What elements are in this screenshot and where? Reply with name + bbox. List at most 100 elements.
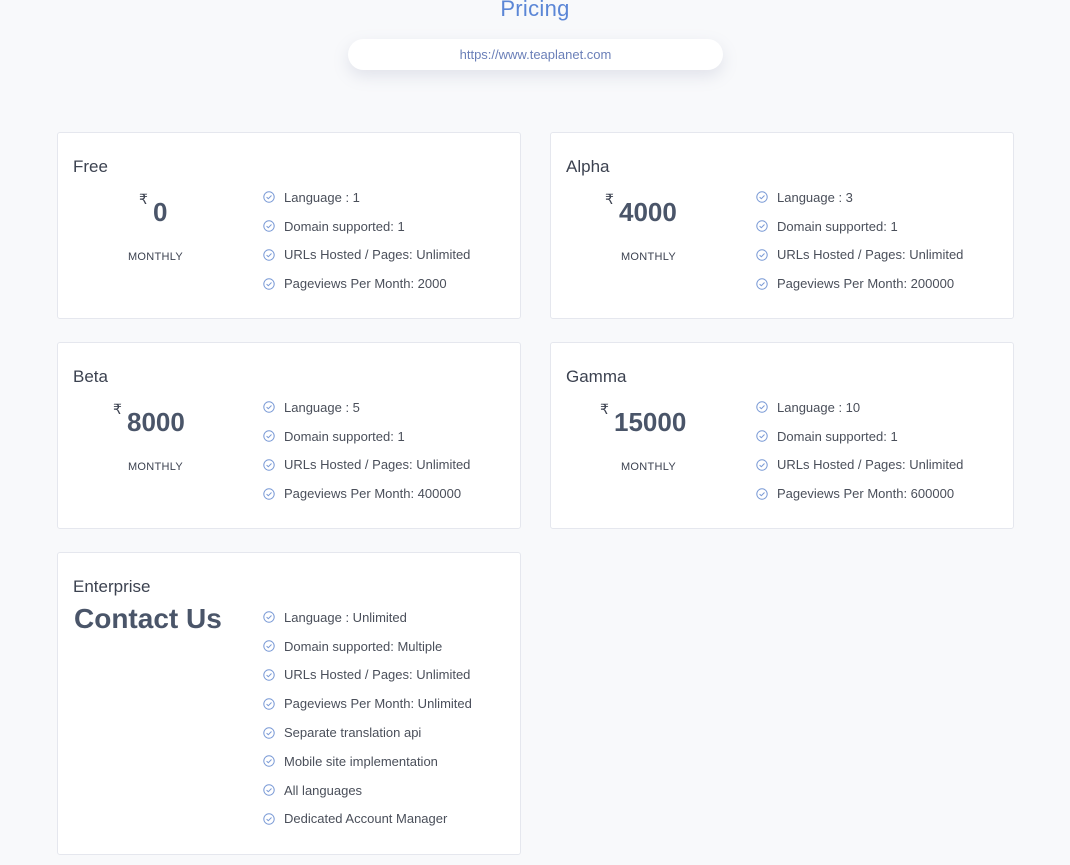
feature-text: URLs Hosted / Pages: Unlimited xyxy=(284,457,471,473)
check-circle-icon xyxy=(263,640,275,652)
feature-item: URLs Hosted / Pages: Unlimited xyxy=(756,241,963,270)
plan-card-free[interactable]: Free ₹ 0 MONTHLY Language : 1 Domain sup… xyxy=(57,132,521,319)
page-title: Pricing xyxy=(500,0,570,21)
feature-item: Domain supported: 1 xyxy=(263,422,470,451)
check-circle-icon xyxy=(263,611,275,624)
check-circle-icon xyxy=(263,488,275,500)
feature-text: Domain supported: 1 xyxy=(284,428,405,444)
feature-text: URLs Hosted / Pages: Unlimited xyxy=(777,247,964,263)
feature-item: URLs Hosted / Pages: Unlimited xyxy=(263,451,470,480)
feature-text: Language : 10 xyxy=(777,399,861,415)
check-circle-icon xyxy=(263,669,275,681)
price-amount: 4000 xyxy=(619,197,677,227)
check-circle-icon xyxy=(756,401,768,414)
check-circle-icon xyxy=(756,459,768,471)
feature-item: Pageviews Per Month: 400000 xyxy=(263,479,470,508)
feature-item: Pageviews Per Month: 200000 xyxy=(756,269,963,298)
billing-period: MONTHLY xyxy=(620,461,677,473)
feature-item: Language : 10 xyxy=(756,393,963,422)
feature-item: Language : Unlimited xyxy=(263,603,472,632)
feature-text: Separate translation api xyxy=(284,725,422,741)
feature-item: Dedicated Account Manager xyxy=(263,805,472,834)
feature-item: Pageviews Per Month: 2000 xyxy=(263,269,470,298)
contact-us-text: Contact Us xyxy=(74,603,222,634)
feature-text: Domain supported: 1 xyxy=(284,218,405,234)
check-circle-icon xyxy=(263,191,275,204)
plan-card-gamma[interactable]: Gamma ₹ 15000 MONTHLY Language : 10 Doma… xyxy=(550,342,1014,529)
feature-text: All languages xyxy=(284,782,363,798)
price-block: ₹ 0 MONTHLY xyxy=(73,191,238,271)
feature-list: Language : 3 Domain supported: 1 URLs Ho… xyxy=(756,183,963,298)
feature-list: Language : 1 Domain supported: 1 URLs Ho… xyxy=(263,183,470,298)
feature-text: URLs Hosted / Pages: Unlimited xyxy=(777,457,964,473)
plan-card-enterprise[interactable]: Enterprise Contact Us Language : Unlimit… xyxy=(57,552,521,855)
feature-list: Language : 5 Domain supported: 1 URLs Ho… xyxy=(263,393,470,508)
feature-item: Pageviews Per Month: 600000 xyxy=(756,479,963,508)
plan-card-beta[interactable]: Beta ₹ 8000 MONTHLY Language : 5 Domain … xyxy=(57,342,521,529)
feature-item: Domain supported: 1 xyxy=(756,212,963,241)
check-circle-icon xyxy=(263,430,275,442)
check-circle-icon xyxy=(756,191,768,204)
feature-text: Language : Unlimited xyxy=(284,609,407,625)
feature-text: Pageviews Per Month: 200000 xyxy=(777,276,955,292)
url-pill[interactable]: https://www.teaplanet.com xyxy=(348,39,723,70)
price-block: ₹ 15000 MONTHLY xyxy=(566,401,731,481)
check-circle-icon xyxy=(263,249,275,261)
feature-text: Language : 3 xyxy=(777,189,853,205)
plan-name: Free xyxy=(73,157,108,176)
feature-list: Language : Unlimited Domain supported: M… xyxy=(263,603,472,833)
currency-symbol: ₹ xyxy=(600,401,609,417)
feature-item: Mobile site implementation xyxy=(263,747,472,776)
feature-item: Domain supported: 1 xyxy=(263,212,470,241)
feature-item: Language : 3 xyxy=(756,183,963,212)
currency-symbol: ₹ xyxy=(113,401,122,417)
billing-period: MONTHLY xyxy=(127,251,184,263)
check-circle-icon xyxy=(263,698,275,710)
feature-item: URLs Hosted / Pages: Unlimited xyxy=(263,241,470,270)
check-circle-icon xyxy=(263,278,275,290)
check-circle-icon xyxy=(263,755,275,768)
feature-item: Pageviews Per Month: Unlimited xyxy=(263,689,472,718)
check-circle-icon xyxy=(756,430,768,442)
price-amount: 8000 xyxy=(127,407,185,437)
check-circle-icon xyxy=(263,813,275,825)
check-circle-icon xyxy=(263,726,275,739)
plan-name: Alpha xyxy=(566,157,610,176)
feature-text: Domain supported: 1 xyxy=(777,428,898,444)
currency-symbol: ₹ xyxy=(605,191,614,207)
feature-text: URLs Hosted / Pages: Unlimited xyxy=(284,247,471,263)
feature-text: Domain supported: Multiple xyxy=(284,638,443,654)
feature-text: Pageviews Per Month: 400000 xyxy=(284,486,462,502)
feature-text: Pageviews Per Month: Unlimited xyxy=(284,696,472,712)
feature-text: Dedicated Account Manager xyxy=(284,811,448,827)
plan-name: Beta xyxy=(73,367,108,386)
feature-item: Separate translation api xyxy=(263,718,472,747)
check-circle-icon xyxy=(756,249,768,261)
check-circle-icon xyxy=(756,220,768,232)
feature-item: Domain supported: Multiple xyxy=(263,632,472,661)
plan-card-alpha[interactable]: Alpha ₹ 4000 MONTHLY Language : 3 Domain… xyxy=(550,132,1014,319)
check-circle-icon xyxy=(263,401,275,414)
check-circle-icon xyxy=(263,784,275,796)
feature-text: Pageviews Per Month: 2000 xyxy=(284,276,447,292)
billing-period: MONTHLY xyxy=(127,461,184,473)
feature-text: Mobile site implementation xyxy=(284,753,438,769)
plan-name: Gamma xyxy=(566,367,627,386)
price-amount: 15000 xyxy=(614,407,687,437)
feature-text: Language : 1 xyxy=(284,189,360,205)
feature-item: All languages xyxy=(263,776,472,805)
check-circle-icon xyxy=(263,459,275,471)
check-circle-icon xyxy=(263,220,275,232)
check-circle-icon xyxy=(756,278,768,290)
feature-item: Domain supported: 1 xyxy=(756,422,963,451)
feature-text: Language : 5 xyxy=(284,399,360,415)
billing-period: MONTHLY xyxy=(620,251,677,263)
feature-item: Language : 1 xyxy=(263,183,470,212)
price-amount: 0 xyxy=(153,197,168,227)
feature-list: Language : 10 Domain supported: 1 URLs H… xyxy=(756,393,963,508)
feature-item: URLs Hosted / Pages: Unlimited xyxy=(263,661,472,690)
plan-name: Enterprise xyxy=(73,577,151,596)
feature-text: Pageviews Per Month: 600000 xyxy=(777,486,955,502)
price-block: ₹ 8000 MONTHLY xyxy=(73,401,238,481)
feature-text: URLs Hosted / Pages: Unlimited xyxy=(284,667,471,683)
